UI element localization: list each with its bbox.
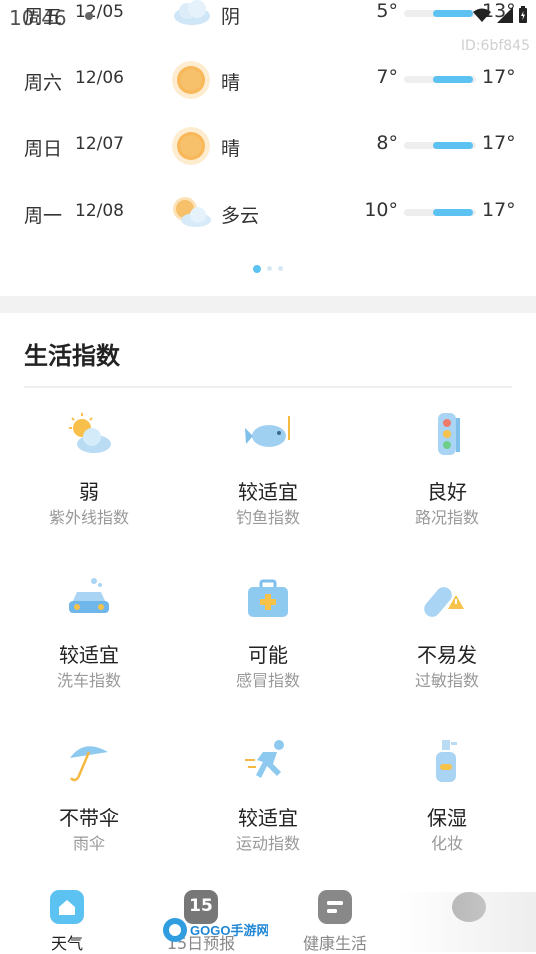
forecast-low: 10° bbox=[364, 199, 398, 221]
tab-weather[interactable]: 天气 bbox=[17, 886, 117, 954]
cloud-icon bbox=[174, 0, 210, 25]
forecast-low: 8° bbox=[376, 132, 398, 154]
forecast-condition: 晴 bbox=[221, 72, 241, 94]
forecast-condition: 晴 bbox=[221, 138, 241, 160]
page-dot-active bbox=[253, 265, 261, 273]
runner-icon bbox=[245, 740, 284, 778]
forecast-high: 17° bbox=[482, 66, 516, 88]
forecast-condition: 阴 bbox=[221, 6, 241, 28]
temp-range-bar bbox=[404, 142, 476, 149]
life-index-value: 良好 bbox=[427, 480, 467, 504]
page-dot bbox=[267, 266, 272, 271]
forecast-day: 周六 bbox=[24, 72, 63, 94]
partly-cloudy-icon bbox=[173, 197, 211, 227]
life-index-label: 路况指数 bbox=[414, 508, 479, 527]
forecast-high: 13° bbox=[482, 0, 516, 22]
traffic-light-icon bbox=[438, 413, 460, 455]
temp-range-bar bbox=[404, 10, 476, 17]
forecast-row[interactable]: 周六 12/06 晴 7° 17° bbox=[0, 60, 536, 100]
spray-bottle-icon bbox=[436, 740, 457, 782]
uv-sun-cloud-icon bbox=[69, 413, 111, 453]
forecast-low: 5° bbox=[376, 0, 398, 22]
life-index-value: 可能 bbox=[248, 643, 288, 667]
life-index-label: 雨伞 bbox=[72, 834, 105, 853]
life-index-label: 运动指数 bbox=[235, 834, 300, 853]
temp-range-fill bbox=[432, 76, 474, 83]
life-index-label: 紫外线指数 bbox=[48, 508, 129, 527]
temp-range-bar bbox=[404, 76, 476, 83]
life-index-item[interactable]: 较适宜 运动指数 bbox=[179, 726, 357, 886]
forecast-day: 周一 bbox=[24, 205, 63, 227]
section-divider bbox=[0, 296, 536, 313]
life-index-item[interactable]: 良好 路况指数 bbox=[358, 400, 536, 560]
temp-range-fill bbox=[432, 142, 474, 149]
life-index-value: 保湿 bbox=[427, 806, 467, 830]
forecast-day: 周日 bbox=[24, 138, 63, 160]
forecast-date: 12/06 bbox=[75, 68, 124, 88]
life-index-label: 化妆 bbox=[430, 834, 463, 853]
medical-kit-icon bbox=[248, 579, 288, 617]
life-index-item[interactable]: 可能 感冒指数 bbox=[179, 563, 357, 723]
page-indicator bbox=[0, 265, 536, 273]
life-index-value: 较适宜 bbox=[238, 480, 298, 504]
sun-icon bbox=[172, 61, 210, 99]
life-index-item[interactable]: 弱 紫外线指数 bbox=[0, 400, 178, 560]
calendar-badge: 15 bbox=[189, 896, 213, 916]
temp-range-bar bbox=[404, 209, 476, 216]
fish-icon bbox=[245, 416, 290, 447]
life-index-value: 不带伞 bbox=[59, 806, 119, 830]
life-index-label: 钓鱼指数 bbox=[235, 508, 300, 527]
life-index-value: 较适宜 bbox=[238, 806, 298, 830]
life-index-item[interactable]: 保湿 化妆 bbox=[358, 726, 536, 886]
forecast-condition: 多云 bbox=[221, 205, 260, 227]
forecast-date: 12/08 bbox=[75, 201, 124, 221]
life-index-label: 洗车指数 bbox=[56, 671, 121, 690]
life-index-title: 生活指数 bbox=[24, 342, 120, 370]
life-index-value: 弱 bbox=[79, 480, 99, 504]
life-index-value: 较适宜 bbox=[59, 643, 119, 667]
home-icon bbox=[50, 890, 84, 924]
life-index-item[interactable]: 较适宜 洗车指数 bbox=[0, 563, 178, 723]
life-index-item[interactable]: 不带伞 雨伞 bbox=[0, 726, 178, 886]
watermark-text: GOGO手游网 bbox=[190, 923, 268, 938]
health-card-icon bbox=[318, 890, 352, 924]
tab-health-life[interactable]: 健康生活 bbox=[285, 886, 385, 954]
ghost-overlay bbox=[398, 892, 536, 952]
page-dot bbox=[278, 266, 283, 271]
forecast-date: 12/05 bbox=[75, 2, 124, 22]
life-index-value: 不易发 bbox=[417, 643, 477, 667]
sun-icon bbox=[172, 127, 210, 165]
forecast-day: 周五 bbox=[24, 6, 63, 28]
life-index-label: 过敏指数 bbox=[414, 671, 479, 690]
umbrella-icon bbox=[70, 746, 108, 782]
watermark-logo: GOGO手游网 bbox=[163, 918, 268, 942]
life-index-item[interactable]: 不易发 过敏指数 bbox=[358, 563, 536, 723]
tab-label: 天气 bbox=[50, 934, 83, 953]
title-underline bbox=[24, 386, 512, 388]
car-wash-icon bbox=[69, 578, 109, 613]
forecast-high: 17° bbox=[482, 132, 516, 154]
pill-warning-icon bbox=[424, 587, 464, 617]
forecast-row[interactable]: 周一 12/08 多云 10° 17° bbox=[0, 193, 536, 233]
life-index-label: 感冒指数 bbox=[235, 671, 300, 690]
temp-range-fill bbox=[432, 209, 474, 216]
forecast-date: 12/07 bbox=[75, 134, 124, 154]
forecast-high: 17° bbox=[482, 199, 516, 221]
life-index-item[interactable]: 较适宜 钓鱼指数 bbox=[179, 400, 357, 560]
tab-label: 健康生活 bbox=[302, 934, 367, 953]
forecast-row[interactable]: 周五 12/05 阴 5° 13° bbox=[0, 0, 536, 34]
temp-range-fill bbox=[432, 10, 474, 17]
device-id: ID:6bf845 bbox=[460, 38, 530, 54]
forecast-row[interactable]: 周日 12/07 晴 8° 17° bbox=[0, 126, 536, 166]
forecast-low: 7° bbox=[376, 66, 398, 88]
